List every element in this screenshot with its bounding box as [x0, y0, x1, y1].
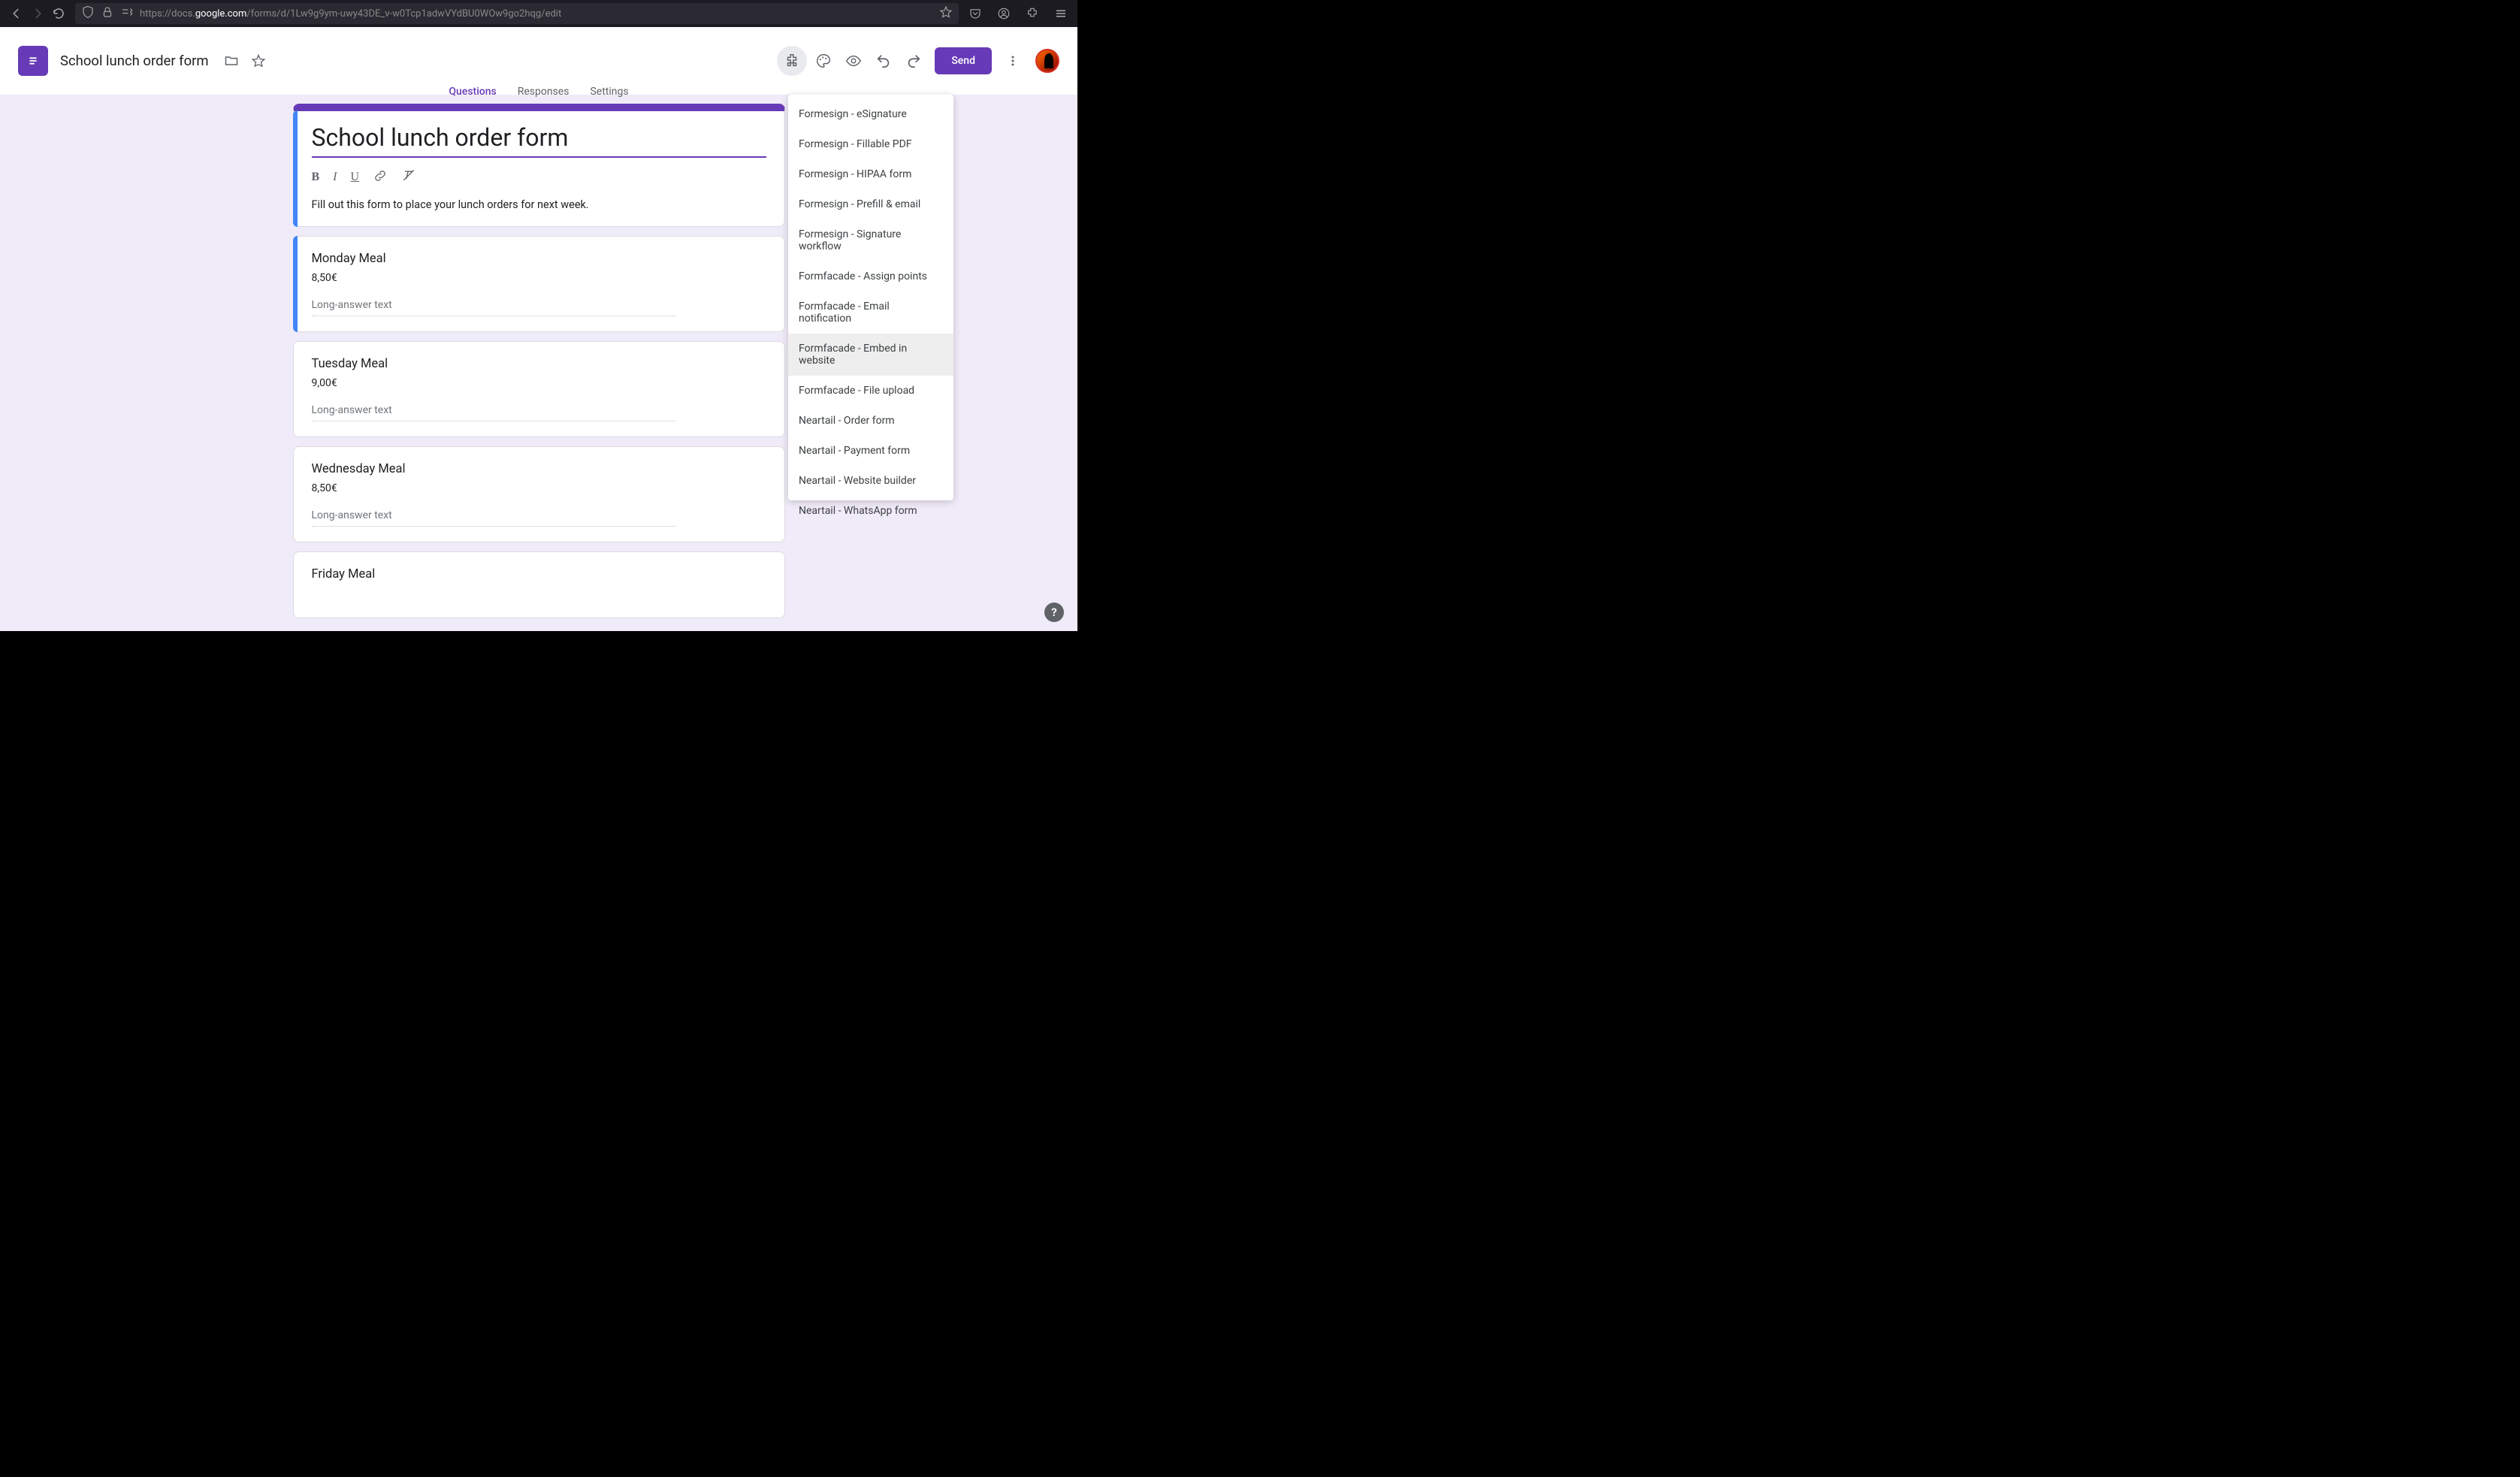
- bookmark-star-icon[interactable]: [939, 5, 953, 22]
- address-bar[interactable]: https://docs.google.com/forms/d/1Lw9g9ym…: [75, 3, 959, 24]
- form-title[interactable]: School lunch order form: [312, 123, 766, 158]
- addon-item[interactable]: Formesign - HIPAA form: [788, 159, 953, 189]
- question-title[interactable]: Friday Meal: [312, 567, 766, 581]
- addon-item[interactable]: Neartail - Order form: [788, 406, 953, 436]
- pocket-icon[interactable]: [965, 3, 986, 24]
- addon-item[interactable]: Formfacade - File upload: [788, 376, 953, 406]
- lock-icon: [101, 5, 114, 22]
- tab-responses[interactable]: Responses: [515, 80, 573, 107]
- addon-item[interactable]: Formesign - Prefill & email: [788, 189, 953, 219]
- form-tabs: Questions Responses Settings: [446, 69, 631, 107]
- addon-item[interactable]: Formesign - Fillable PDF: [788, 129, 953, 159]
- permissions-icon: [120, 5, 134, 22]
- form-description[interactable]: Fill out this form to place your lunch o…: [312, 198, 766, 211]
- addon-item[interactable]: Neartail - Payment form: [788, 436, 953, 466]
- app-viewport: School lunch order form Send Questions R…: [0, 27, 1077, 631]
- answer-placeholder: Long-answer text: [312, 404, 675, 421]
- account-icon[interactable]: [993, 3, 1014, 24]
- answer-placeholder: Long-answer text: [312, 509, 675, 527]
- back-button[interactable]: [6, 3, 27, 24]
- clear-formatting-icon[interactable]: [401, 168, 416, 186]
- question-title[interactable]: Tuesday Meal: [312, 357, 766, 371]
- italic-icon[interactable]: I: [333, 171, 337, 184]
- hamburger-menu-icon[interactable]: [1050, 3, 1071, 24]
- extensions-icon[interactable]: [1022, 3, 1043, 24]
- tab-questions[interactable]: Questions: [446, 80, 499, 107]
- addon-item[interactable]: Formesign - eSignature: [788, 99, 953, 129]
- link-icon[interactable]: [373, 168, 388, 186]
- question-card[interactable]: Monday Meal 8,50€ Long-answer text: [293, 236, 785, 332]
- question-card[interactable]: Friday Meal: [293, 551, 785, 618]
- underline-icon[interactable]: U: [351, 171, 360, 184]
- tab-settings[interactable]: Settings: [587, 80, 631, 107]
- question-description[interactable]: 9,00€: [312, 377, 766, 389]
- question-card[interactable]: Tuesday Meal 9,00€ Long-answer text: [293, 341, 785, 437]
- addon-item[interactable]: Neartail - WhatsApp form: [788, 496, 953, 526]
- bold-icon[interactable]: B: [312, 171, 320, 184]
- rich-text-toolbar: B I U: [312, 164, 766, 191]
- addon-item[interactable]: Formfacade - Embed in website: [788, 334, 953, 376]
- url-text: https://docs.google.com/forms/d/1Lw9g9ym…: [140, 8, 561, 20]
- addons-dropdown: Formesign - eSignature Formesign - Filla…: [788, 95, 953, 500]
- addon-item[interactable]: Formesign - Signature workflow: [788, 219, 953, 261]
- question-title[interactable]: Monday Meal: [312, 252, 766, 266]
- addon-item[interactable]: Formfacade - Assign points: [788, 261, 953, 291]
- shield-icon: [81, 5, 95, 22]
- form-header-card[interactable]: School lunch order form B I U Fill out t…: [293, 104, 785, 227]
- question-description[interactable]: 8,50€: [312, 482, 766, 494]
- reload-button[interactable]: [48, 3, 69, 24]
- addon-item[interactable]: Formfacade - Email notification: [788, 291, 953, 334]
- question-description[interactable]: 8,50€: [312, 272, 766, 284]
- help-fab-icon[interactable]: ?: [1044, 603, 1064, 622]
- addon-item[interactable]: Neartail - Website builder: [788, 466, 953, 496]
- question-title[interactable]: Wednesday Meal: [312, 462, 766, 476]
- document-title[interactable]: School lunch order form: [60, 53, 209, 69]
- answer-placeholder: Long-answer text: [312, 299, 675, 316]
- question-card[interactable]: Wednesday Meal 8,50€ Long-answer text: [293, 446, 785, 542]
- browser-toolbar: https://docs.google.com/forms/d/1Lw9g9ym…: [0, 0, 1077, 27]
- forward-button[interactable]: [27, 3, 48, 24]
